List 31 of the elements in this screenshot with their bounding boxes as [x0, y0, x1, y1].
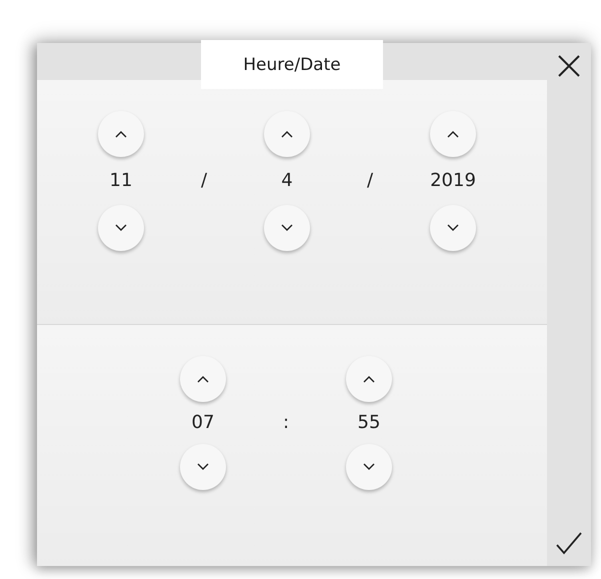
chevron-down-icon [363, 463, 375, 471]
spinner-value: 07 [192, 412, 214, 434]
chevron-up-icon [281, 130, 293, 138]
spinner-value: 2019 [430, 170, 476, 192]
checkmark-icon [556, 531, 582, 555]
spinner-value: 4 [281, 170, 293, 192]
increment-button[interactable] [346, 356, 392, 402]
separator: / [366, 170, 374, 192]
increment-button[interactable] [264, 111, 310, 157]
close-icon [557, 54, 581, 78]
increment-button[interactable] [98, 111, 144, 157]
chevron-up-icon [447, 130, 459, 138]
chevron-down-icon [447, 224, 459, 232]
decrement-button[interactable] [264, 205, 310, 251]
increment-button[interactable] [180, 356, 226, 402]
decrement-button[interactable] [180, 444, 226, 490]
chevron-down-icon [197, 463, 209, 471]
spinner-value: 55 [358, 412, 380, 434]
chevron-down-icon [115, 224, 127, 232]
decrement-button[interactable] [430, 205, 476, 251]
decrement-button[interactable] [98, 205, 144, 251]
chevron-up-icon [197, 375, 209, 383]
chevron-up-icon [363, 375, 375, 383]
decrement-button[interactable] [346, 444, 392, 490]
increment-button[interactable] [430, 111, 476, 157]
separator: : [282, 412, 290, 434]
spinner-value: 11 [110, 170, 132, 192]
separator: / [200, 170, 208, 192]
chevron-down-icon [281, 224, 293, 232]
dialog-title: Heure/Date [201, 40, 383, 89]
chevron-up-icon [115, 130, 127, 138]
